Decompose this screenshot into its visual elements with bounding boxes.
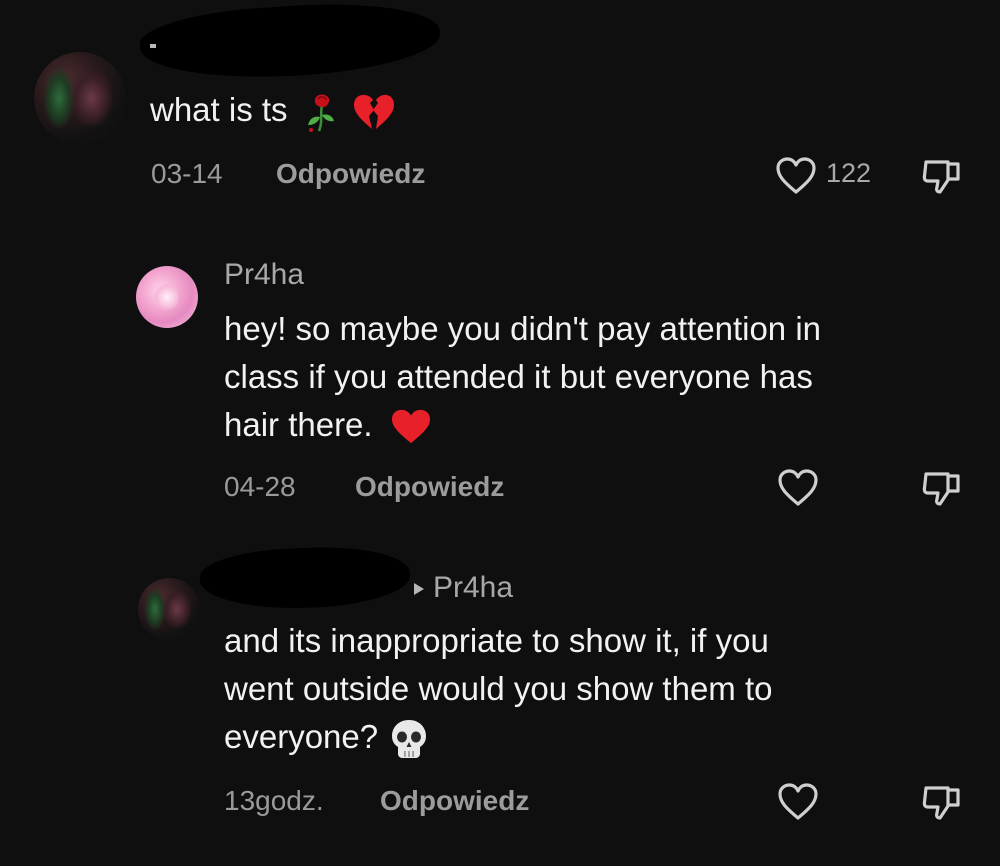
comment-line-last: everyone? [224,713,772,761]
redacted-username [198,542,412,614]
avatar[interactable] [34,52,126,144]
heart-outline-icon[interactable] [776,782,820,822]
reply-button[interactable]: Odpowiedz [380,785,529,817]
comment-line: hey! so maybe you didn't pay attention i… [224,310,822,347]
avatar[interactable] [136,266,198,328]
reply-to-username[interactable]: Pr4ha [433,571,513,605]
reply-button[interactable]: Odpowiedz [355,471,504,503]
comment-text: what is ts [150,86,396,134]
thumbs-down-icon[interactable] [920,466,964,510]
username-dot [150,44,156,48]
skull-emoji [389,718,429,760]
thumbs-down-icon[interactable] [920,154,964,198]
reply-button[interactable]: Odpowiedz [276,158,425,190]
broken-heart-emoji [352,92,396,132]
comment-date: 03-14 [151,158,223,189]
comment-username[interactable]: Pr4ha [224,258,304,292]
like-count: 122 [826,158,872,188]
comment-date: 04-28 [224,471,296,502]
comment-line: and its inappropriate to show it, if you [224,622,769,659]
thumbs-down-icon[interactable] [920,780,964,824]
play-arrow-icon [412,581,426,597]
heart-outline-icon[interactable] [776,468,820,508]
avatar[interactable] [138,578,200,640]
redacted-username [137,0,443,87]
wilted-rose-emoji [303,91,341,133]
comment-line: went outside would you show them to [224,670,773,707]
comment-text: hey! so maybe you didn't pay attention i… [224,305,821,449]
comment-line-last: hair there. [224,401,821,449]
comment-line: class if you attended it but everyone ha… [224,358,813,395]
heart-outline-icon[interactable] [774,156,818,196]
red-heart-emoji [390,408,432,446]
comment-date: 13godz. [224,785,324,816]
comment-text: and its inappropriate to show it, if you… [224,617,772,761]
